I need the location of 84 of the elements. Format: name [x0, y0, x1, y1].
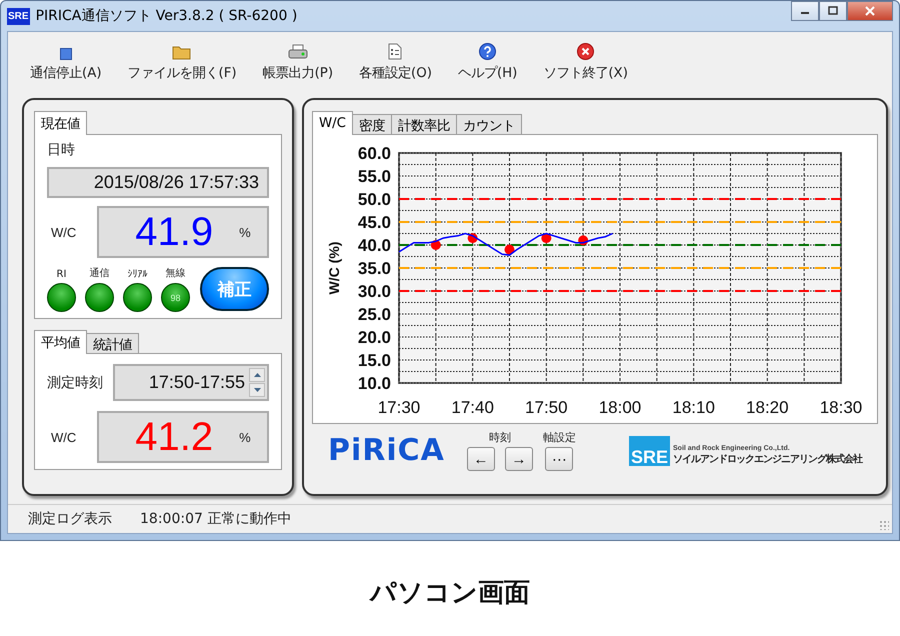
toolbar-button[interactable]: 各種設定(O)	[357, 38, 434, 84]
company-name: ソイルアンドロックエンジニアリング株式会社	[673, 452, 862, 466]
wc-value: 41.2	[135, 414, 214, 460]
close-button[interactable]	[847, 1, 893, 21]
lamp-label: RI	[56, 269, 66, 280]
average-dot	[504, 244, 514, 255]
x-tick-label: 18:10	[672, 398, 715, 417]
lamp-label: 通信	[90, 266, 110, 280]
wc-value: 41.9	[135, 210, 214, 254]
spin-up-button[interactable]	[249, 368, 265, 382]
x-tick-label: 17:30	[378, 398, 420, 417]
minimize-button[interactable]	[791, 1, 819, 21]
y-tick-label: 35.0	[358, 259, 391, 278]
wc-label: W/C	[50, 224, 78, 240]
toolbar-button[interactable]: 通信停止(A)	[28, 38, 104, 84]
average-dot	[430, 240, 441, 250]
status-lamp	[85, 283, 114, 312]
down-arrow-icon	[254, 388, 260, 392]
tab[interactable]: カウント	[456, 114, 522, 134]
status-text: 測定ログ表示	[28, 510, 112, 528]
toolbar-button[interactable]: ソフト終了(X)	[541, 38, 630, 84]
lamp-label: ｼﾘｱﾙ	[128, 268, 148, 280]
status-text: 18:00:07 正常に動作中	[140, 510, 292, 528]
close-icon	[577, 43, 594, 60]
tab[interactable]: W/C	[312, 111, 353, 135]
average-dot	[468, 233, 478, 244]
unit-label: %	[239, 430, 251, 444]
folder-icon	[172, 44, 192, 60]
datetime-display: 2015/08/26 17:57:33	[47, 167, 269, 198]
logo: PiRiCA	[328, 433, 445, 468]
x-tick-label: 17:50	[525, 398, 568, 417]
y-tick-label: 20.0	[358, 328, 391, 347]
company-mark: SRE	[628, 436, 670, 466]
stop-icon	[60, 48, 72, 60]
tab[interactable]: 現在値	[34, 111, 87, 135]
unit-label: %	[239, 224, 251, 240]
toolbar-button[interactable]: 帳票出力(P)	[260, 38, 336, 84]
document-icon	[388, 43, 402, 60]
x-tick-label: 18:00	[598, 398, 642, 417]
tab[interactable]: 平均値	[34, 330, 87, 354]
lamp-label: 無線	[166, 267, 186, 280]
y-tick-label: 60.0	[358, 144, 391, 163]
y-tick-label: 40.0	[358, 236, 391, 255]
app-icon: SRE	[7, 8, 30, 24]
toolbar-button[interactable]: ヘルプ(H)	[456, 38, 520, 84]
y-axis-label: W/C (%)	[326, 242, 342, 294]
tab[interactable]: 計数率比	[390, 114, 457, 134]
wc-label: W/C	[50, 430, 78, 444]
help-icon	[479, 43, 496, 60]
status-lamp: 98	[161, 283, 190, 312]
datetime-label: 日時	[47, 141, 76, 159]
y-tick-label: 45.0	[358, 213, 391, 232]
tab[interactable]: 統計値	[86, 333, 139, 353]
toolbar-button[interactable]: ファイルを開く(F)	[126, 38, 239, 84]
nav-label: 時刻	[488, 430, 511, 445]
y-tick-label: 55.0	[358, 167, 391, 186]
x-tick-label: 18:20	[746, 398, 789, 417]
average-dot	[541, 233, 552, 244]
spin-down-button[interactable]	[249, 383, 265, 397]
status-lamp	[47, 283, 76, 312]
x-tick-label: 18:30	[820, 398, 862, 417]
period-field[interactable]: 17:50-17:55	[113, 364, 269, 401]
y-tick-label: 30.0	[358, 282, 391, 301]
close-icon	[865, 6, 875, 16]
printer-icon	[288, 44, 308, 60]
maximize-icon	[828, 6, 838, 16]
status-lamp	[123, 283, 152, 312]
x-tick-label: 17:40	[451, 398, 494, 417]
window-title: PIRICA通信ソフト Ver3.8.2 ( SR-6200 )	[36, 7, 298, 25]
y-tick-label: 25.0	[358, 305, 391, 324]
nav-button[interactable]: →	[504, 447, 533, 471]
y-tick-label: 50.0	[358, 190, 391, 209]
maximize-button[interactable]	[819, 1, 847, 21]
nav-label: 軸設定	[542, 430, 576, 445]
caption: パソコン画面	[368, 577, 531, 610]
period-label: 測定時刻	[47, 374, 103, 392]
tab[interactable]: 密度	[352, 114, 392, 134]
average-dot	[578, 235, 588, 246]
y-tick-label: 10.0	[358, 374, 391, 393]
resize-grip[interactable]	[879, 520, 889, 530]
y-tick-label: 15.0	[358, 351, 391, 370]
up-arrow-icon	[254, 373, 260, 377]
nav-button[interactable]: ←	[466, 447, 495, 471]
nav-button[interactable]: ···	[545, 447, 574, 471]
